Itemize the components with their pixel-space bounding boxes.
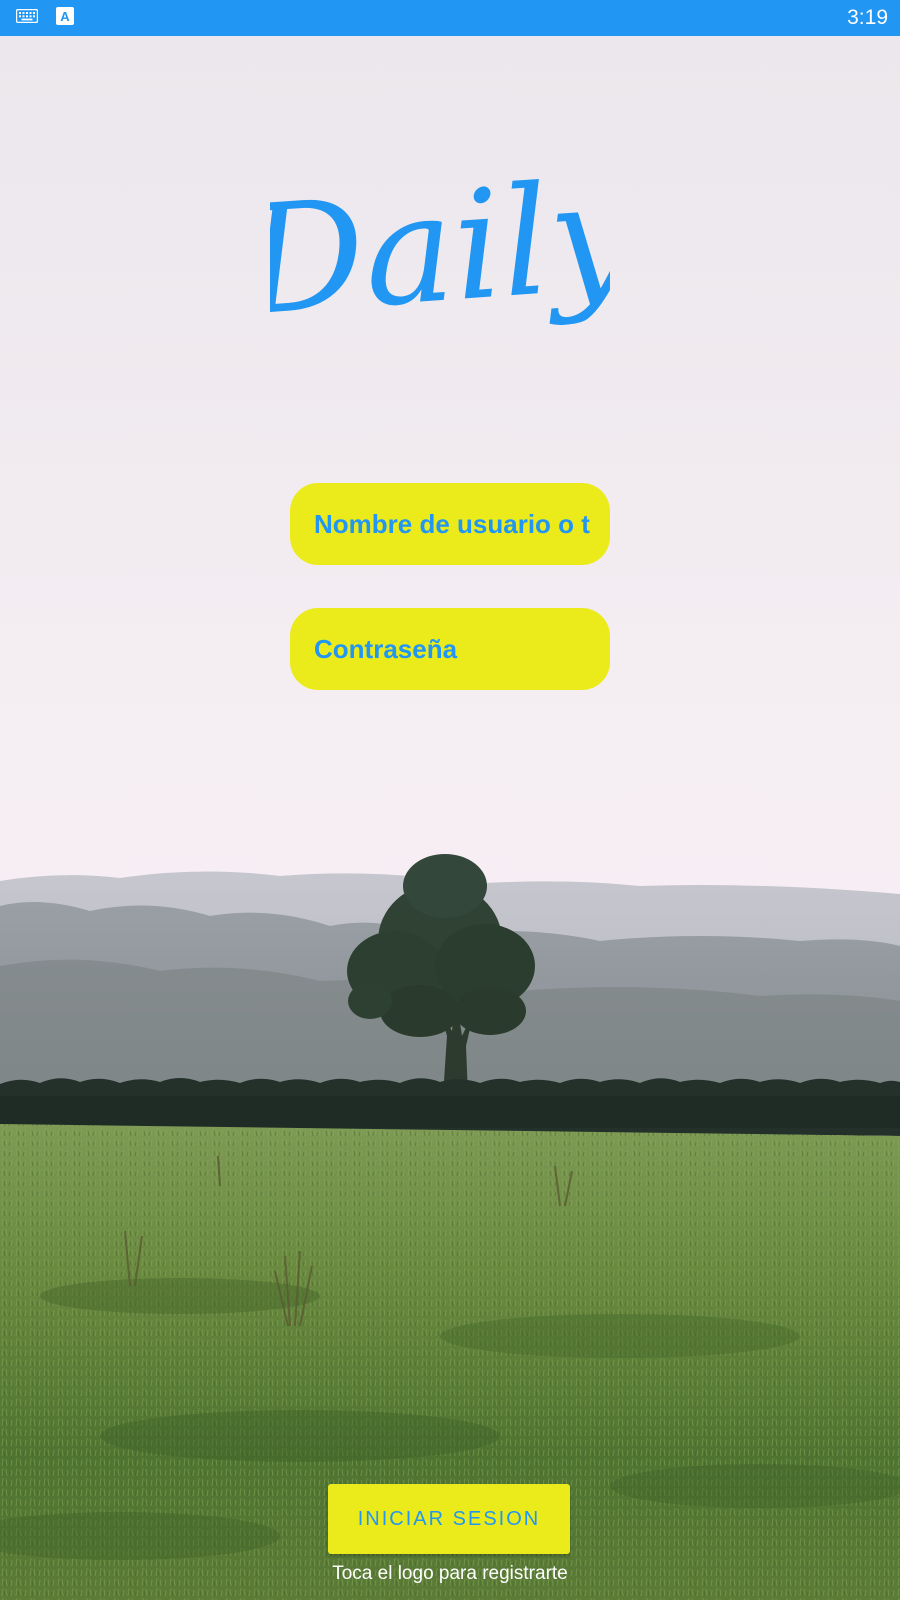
logo-text: Daily — [270, 148, 610, 349]
register-hint: Toca el logo para registrarte — [332, 1563, 568, 1584]
accessibility-a-icon: A — [56, 6, 74, 30]
daily-logo[interactable]: Daily — [270, 140, 610, 370]
status-icons: A — [15, 0, 74, 36]
login-button[interactable]: INICIAR SESION — [328, 1484, 570, 1554]
status-bar: A 3:19 — [0, 0, 900, 36]
app-badge-letter: A — [60, 9, 70, 24]
username-field[interactable] — [290, 483, 610, 565]
username-input[interactable] — [290, 483, 610, 565]
password-input[interactable] — [290, 608, 610, 690]
status-time: 3:19 — [847, 6, 888, 29]
keyboard-icon — [15, 8, 39, 28]
password-field[interactable] — [290, 608, 610, 690]
